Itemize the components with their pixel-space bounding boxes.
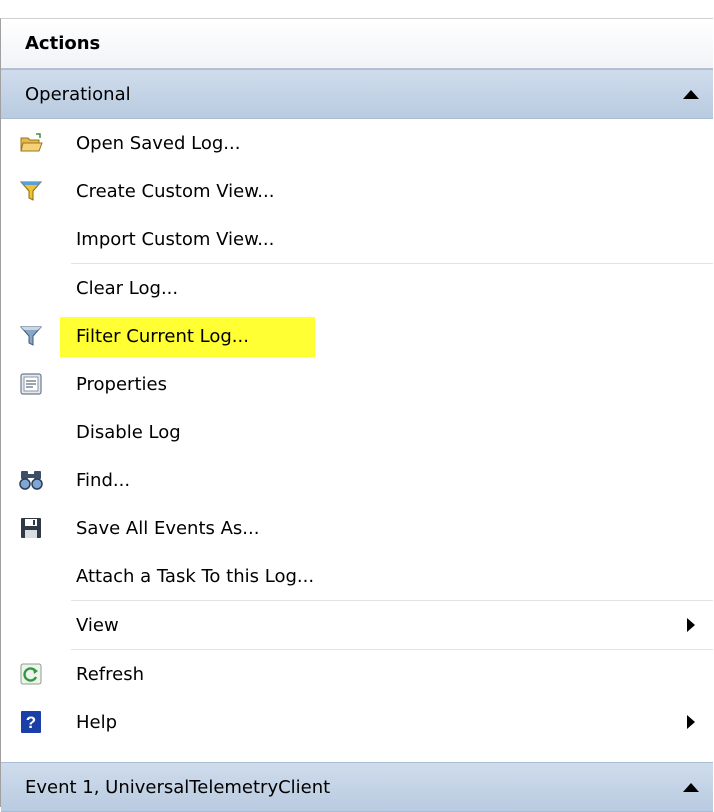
- actions-pane-header: Actions: [1, 19, 713, 69]
- collapse-caret-icon[interactable]: [683, 782, 699, 792]
- action-label: Help: [76, 711, 118, 733]
- action-create-custom-view[interactable]: Create Custom View...: [1, 167, 713, 215]
- action-view[interactable]: View: [1, 601, 713, 649]
- top-strip: [0, 0, 714, 18]
- folder-icon: [18, 130, 44, 156]
- submenu-arrow-icon: [687, 715, 695, 729]
- funnel-color-icon: [18, 178, 44, 204]
- action-list: Open Saved Log... Create Custom View... …: [1, 119, 713, 746]
- properties-sheet-icon: [18, 371, 44, 397]
- action-label: Clear Log...: [76, 277, 179, 299]
- action-label: Find...: [76, 469, 131, 491]
- action-label: Attach a Task To this Log...: [76, 565, 315, 587]
- section-header-event[interactable]: Event 1, UniversalTelemetryClient: [1, 762, 713, 812]
- action-label: Create Custom View...: [76, 180, 275, 202]
- svg-text:?: ?: [26, 713, 36, 732]
- action-properties[interactable]: Properties: [1, 360, 713, 408]
- section-title-operational: Operational: [25, 83, 131, 105]
- action-attach-task[interactable]: Attach a Task To this Log...: [1, 552, 713, 600]
- floppy-disk-icon: [18, 515, 44, 541]
- action-disable-log[interactable]: Disable Log: [1, 408, 713, 456]
- actions-pane-title: Actions: [25, 33, 101, 54]
- action-label: Import Custom View...: [76, 228, 275, 250]
- action-clear-log[interactable]: Clear Log...: [1, 264, 713, 312]
- action-save-all-events-as[interactable]: Save All Events As...: [1, 504, 713, 552]
- action-label: Refresh: [76, 663, 144, 685]
- action-label: Disable Log: [76, 421, 181, 443]
- action-label: Properties: [76, 373, 167, 395]
- action-find[interactable]: Find...: [1, 456, 713, 504]
- funnel-icon: [18, 323, 44, 349]
- collapse-caret-icon[interactable]: [683, 89, 699, 99]
- actions-pane: Actions Operational Open Saved Log... Cr…: [0, 18, 713, 812]
- action-import-custom-view[interactable]: Import Custom View...: [1, 215, 713, 263]
- binoculars-icon: [18, 467, 44, 493]
- help-icon: ?: [18, 709, 44, 735]
- submenu-arrow-icon: [687, 618, 695, 632]
- action-label: Save All Events As...: [76, 517, 260, 539]
- action-filter-current-log[interactable]: Filter Current Log...: [1, 312, 713, 360]
- action-label: Filter Current Log...: [76, 325, 249, 347]
- section-title-event: Event 1, UniversalTelemetryClient: [25, 776, 331, 798]
- refresh-icon: [18, 661, 44, 687]
- action-open-saved-log[interactable]: Open Saved Log...: [1, 119, 713, 167]
- action-refresh[interactable]: Refresh: [1, 650, 713, 698]
- section-header-operational[interactable]: Operational: [1, 69, 713, 119]
- action-help[interactable]: ? Help: [1, 698, 713, 746]
- action-label: Open Saved Log...: [76, 132, 241, 154]
- action-label: View: [76, 614, 119, 636]
